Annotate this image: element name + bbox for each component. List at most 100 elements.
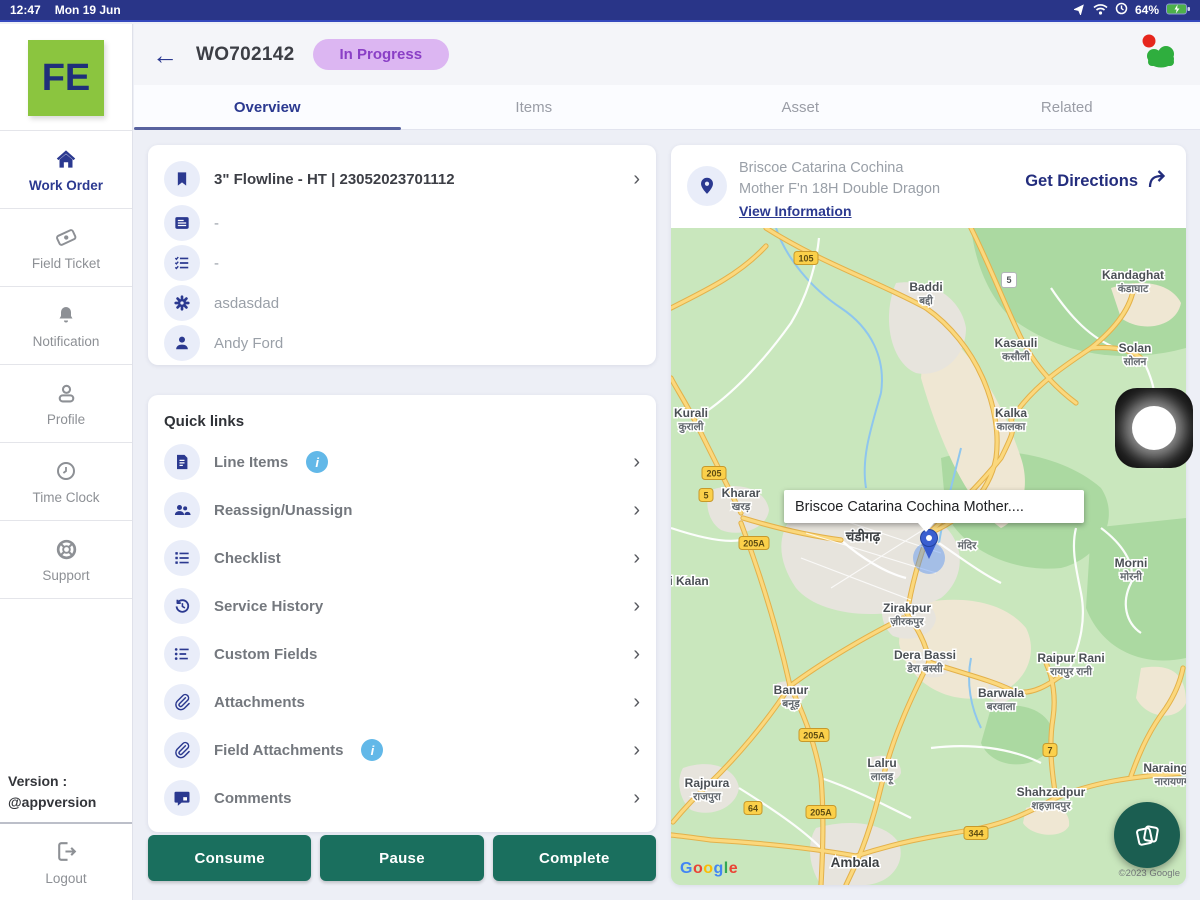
quick-link-checklist[interactable]: Checklist › [164,534,640,582]
battery-charging-icon [1166,3,1190,18]
svg-text:नारायणगढ़: नारायणगढ़ [1153,776,1186,788]
svg-text:ज़ीरकपुर: ज़ीरकपुर [889,615,924,629]
svg-text:बरवाला: बरवाला [986,701,1017,713]
svg-text:5: 5 [703,491,708,501]
tab-related[interactable]: Related [934,85,1200,129]
map-layers-fab[interactable] [1114,802,1180,868]
svg-text:205A: 205A [810,808,832,818]
sidebar-item-profile[interactable]: Profile [0,365,132,443]
svg-text:Kalka: Kalka [995,406,1027,420]
svg-text:Zirakpur: Zirakpur [883,601,931,615]
sidebar-item-work-order[interactable]: Work Order [0,131,132,209]
sidebar-item-logout[interactable]: Logout [0,824,132,900]
layers-icon [1136,825,1159,846]
person-icon [54,380,79,406]
svg-text:बद्दी: बद्दी [918,294,934,307]
ticket-icon [53,224,79,250]
location-header: Briscoe Catarina Cochina Mother F'n 18H … [671,145,1186,228]
pause-button[interactable]: Pause [320,835,484,881]
tab-items[interactable]: Items [401,85,668,129]
quick-link-custom-fields[interactable]: Custom Fields › [164,630,640,678]
location-pin-icon [687,166,727,206]
sidebar-item-notification[interactable]: Notification [0,287,132,365]
quick-link-label: Line Items [214,453,289,471]
chevron-right-icon: › [633,168,640,190]
gps-arrow-icon [1072,3,1086,18]
sidebar-item-label: Logout [45,870,87,886]
people-icon [164,492,200,528]
version-value: @appversion [8,793,97,810]
quick-link-label: Custom Fields [214,645,318,663]
page-header: ← WO702142 In Progress [134,24,1200,85]
chevron-right-icon: › [633,691,640,713]
sidebar-item-support[interactable]: Support [0,521,132,599]
detail-row: - [164,243,640,283]
svg-text:105: 105 [798,254,813,264]
svg-text:Ambala: Ambala [831,855,880,870]
info-icon[interactable]: i [306,451,329,473]
svg-text:कालका: कालका [996,421,1027,433]
complete-button[interactable]: Complete [492,835,656,881]
detail-value: - [214,254,219,272]
detail-row: asdasdad [164,283,640,323]
version-label: Version : [8,773,68,790]
location-map-card: Briscoe Catarina Cochina Mother F'n 18H … [671,145,1186,885]
chevron-right-icon: › [633,787,640,809]
sync-cloud-icon[interactable] [1136,31,1182,78]
svg-text:5: 5 [1006,275,1011,285]
history-icon [164,588,200,624]
quick-link-field-attachments[interactable]: Field Attachments i › [164,726,640,774]
document-icon [164,444,200,480]
consume-button[interactable]: Consume [148,835,312,881]
tab-bar: Overview Items Asset Related [134,85,1200,130]
marker-tooltip[interactable]: Briscoe Catarina Cochina Mother.... [784,490,1084,532]
svg-text:Kasauli: Kasauli [995,336,1038,350]
svg-text:Naraingarh: Naraingarh [1143,761,1186,775]
google-map[interactable]: 105 5 205 5 205A 205A 205A 344 7 64 Badd… [671,228,1186,885]
svg-text:Rajpura: Rajpura [685,776,730,790]
list-icon [164,636,200,672]
quick-link-label: Service History [214,597,324,615]
chevron-right-icon: › [633,739,640,761]
screen-record-overlay-button[interactable] [1115,388,1193,468]
quick-link-comments[interactable]: Comments › [164,774,640,822]
app-logo: FE [28,40,104,116]
svg-text:i Kalan: i Kalan [671,574,709,588]
sidebar-item-time-clock[interactable]: Time Clock [0,443,132,521]
sidebar-item-label: Time Clock [32,490,100,505]
get-directions-label: Get Directions [1025,172,1138,190]
sidebar-item-field-ticket[interactable]: Field Ticket [0,209,132,287]
get-directions-button[interactable]: Get Directions [1025,158,1170,195]
svg-text:Lalru: Lalru [867,756,896,770]
quick-link-attachments[interactable]: Attachments › [164,678,640,726]
svg-text:कसौली: कसौली [1001,350,1031,363]
quick-link-line-items[interactable]: Line Items i › [164,438,640,486]
svg-text:Dera Bassi: Dera Bassi [894,648,956,662]
tab-asset[interactable]: Asset [667,85,934,129]
svg-text:लालड़ू: लालड़ू [870,771,895,785]
quick-link-service-history[interactable]: Service History › [164,582,640,630]
back-arrow-icon[interactable]: ← [152,42,178,68]
info-icon[interactable]: i [361,739,384,761]
asset-title-row[interactable]: 3" Flowline - HT | 23052023701112 › [164,157,640,201]
paperclip-icon [164,732,200,768]
wifi-icon [1093,3,1108,18]
sidebar-item-label: Notification [32,334,100,349]
svg-text:Baddi: Baddi [909,280,942,294]
quick-link-reassign[interactable]: Reassign/Unassign › [164,486,640,534]
quick-link-label: Checklist [214,549,281,567]
detail-value: Andy Ford [214,334,284,352]
svg-text:बनूड़: बनूड़ [781,698,800,711]
svg-text:मोरनी: मोरनी [1119,570,1143,583]
status-date: Mon 19 Jun [54,3,121,17]
detail-row: - [164,203,640,243]
svg-text:Kharar: Kharar [722,486,761,500]
tab-overview[interactable]: Overview [134,85,401,130]
view-information-link[interactable]: View Information [739,201,852,221]
asset-title: 3" Flowline - HT | 23052023701112 [214,170,455,188]
chevron-right-icon: › [633,643,640,665]
gear-icon [164,285,200,321]
sidebar-item-label: Field Ticket [31,256,101,271]
svg-text:Kandaghat: Kandaghat [1102,268,1164,282]
svg-text:शहज़ादपुर: शहज़ादपुर [1031,800,1071,813]
